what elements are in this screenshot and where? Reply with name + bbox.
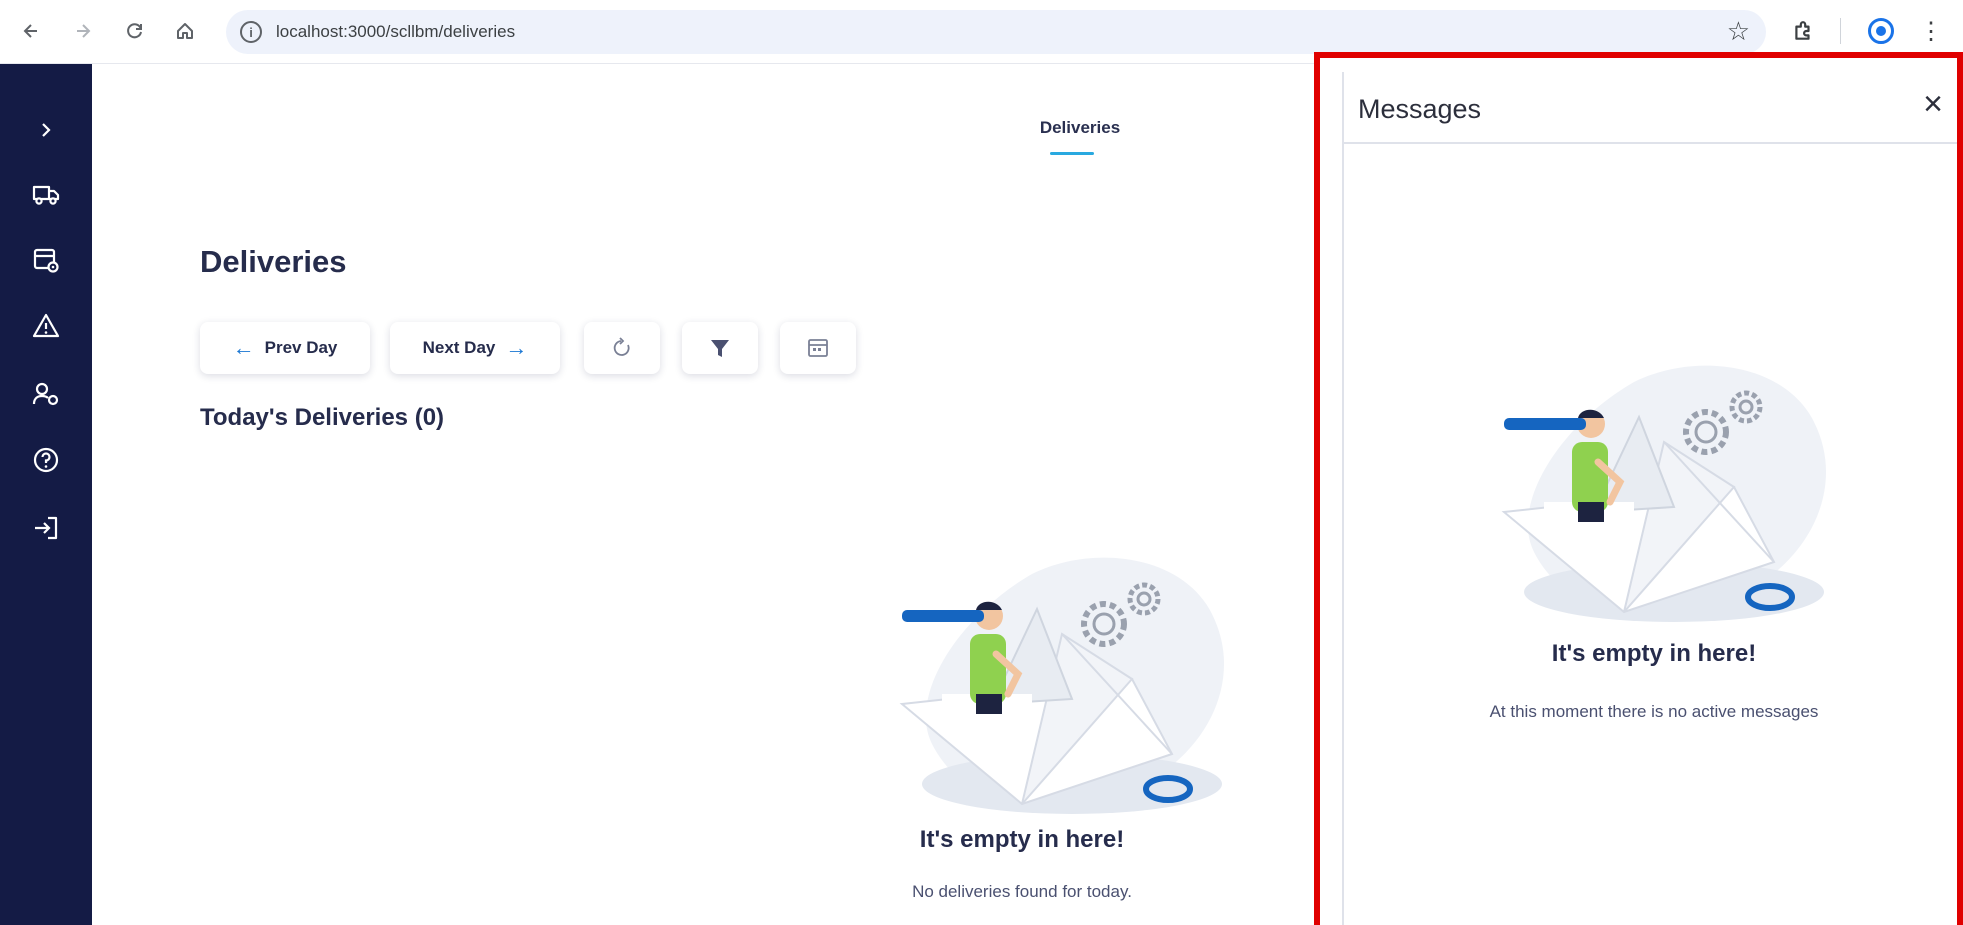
arrow-right-icon: [77, 24, 91, 38]
messages-empty-title: It's empty in here!: [1551, 640, 1757, 667]
empty-state-subtitle: No deliveries found for today.: [912, 882, 1132, 901]
tab-active-indicator: [1050, 152, 1094, 155]
messages-empty-illustration: [1501, 365, 1827, 622]
calendar-button[interactable]: [780, 322, 856, 374]
puzzle-icon: [1795, 21, 1810, 40]
site-info-icon[interactable]: i: [240, 21, 262, 43]
more-vertical-icon[interactable]: ⋮: [1914, 14, 1948, 48]
empty-state-title: It's empty in here!: [919, 826, 1125, 853]
filter-button[interactable]: [682, 322, 758, 374]
warning-icon: [32, 313, 60, 338]
url-text[interactable]: localhost:3000/scllbm/deliveries: [276, 22, 515, 42]
users-icon: [32, 382, 59, 406]
prev-day-label: Prev Day: [264, 338, 338, 357]
page-title: Deliveries: [200, 244, 347, 279]
arrow-right-icon: →: [505, 335, 528, 360]
forward-button[interactable]: [66, 14, 100, 48]
help-icon: [33, 447, 59, 473]
close-button[interactable]: ×: [1913, 84, 1953, 124]
chevron-right-icon: [42, 123, 51, 137]
main-content: Deliveries Deliveries ← Prev Day Next Da…: [92, 64, 1314, 925]
messages-empty-subtitle: At this moment there is no active messag…: [1489, 702, 1819, 721]
calendar-icon: [808, 339, 828, 357]
sidebar-expand-button[interactable]: [22, 106, 70, 154]
prev-day-button[interactable]: ← Prev Day: [200, 322, 370, 374]
empty-state-illustration: [899, 557, 1225, 814]
messages-panel-header: Messages ×: [1344, 72, 1957, 144]
section-title: Today's Deliveries (0): [200, 404, 445, 431]
toolbar-divider: [1840, 18, 1841, 44]
tab-deliveries[interactable]: Deliveries: [1018, 118, 1142, 138]
logout-icon: [35, 516, 58, 540]
filter-icon: [711, 340, 729, 357]
address-bar[interactable]: i localhost:3000/scllbm/deliveries ☆: [226, 10, 1766, 54]
messages-panel-title: Messages: [1358, 94, 1482, 124]
home-icon: [177, 23, 193, 39]
calendar-settings-icon: [33, 248, 59, 273]
next-day-button[interactable]: Next Day →: [390, 322, 560, 374]
refresh-button[interactable]: [584, 322, 660, 374]
reload-button[interactable]: [118, 14, 152, 48]
sidebar-item-logout[interactable]: [22, 504, 70, 552]
back-button[interactable]: [14, 14, 48, 48]
arrow-left-icon: ←: [232, 335, 255, 360]
arrow-left-icon: [23, 24, 37, 38]
home-button[interactable]: [168, 14, 202, 48]
close-icon: ×: [1923, 84, 1943, 123]
sidebar-item-deliveries[interactable]: [22, 170, 70, 218]
sidebar-item-help[interactable]: [22, 436, 70, 484]
star-icon[interactable]: ☆: [1727, 18, 1750, 44]
avatar: [1868, 18, 1894, 44]
truck-icon: [32, 185, 60, 205]
reload-icon: [127, 23, 142, 39]
profile-button[interactable]: [1864, 14, 1898, 48]
refresh-icon: [613, 337, 630, 356]
sidebar-item-users[interactable]: [22, 370, 70, 418]
sidebar-item-alerts[interactable]: [22, 302, 70, 350]
messages-panel: Messages × It's empty in here! At this m…: [1314, 52, 1963, 925]
next-day-label: Next Day: [422, 338, 496, 357]
extensions-button[interactable]: [1786, 14, 1820, 48]
messages-panel-body: Messages × It's empty in here! At this m…: [1342, 72, 1957, 925]
sidebar: [0, 64, 92, 925]
sidebar-item-schedule[interactable]: [22, 236, 70, 284]
